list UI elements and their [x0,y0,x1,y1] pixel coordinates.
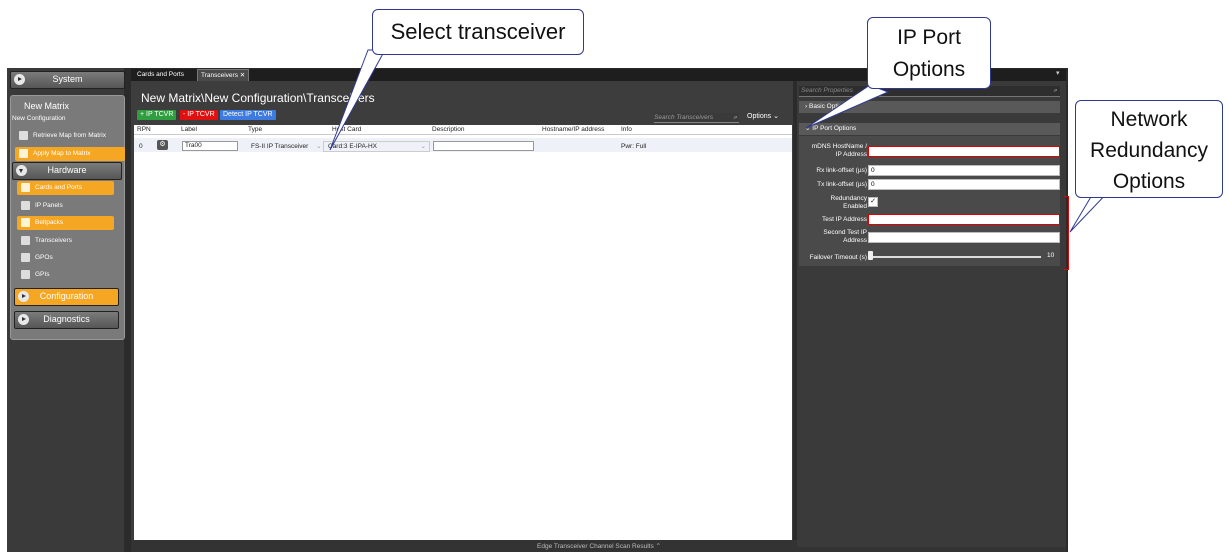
callout-select-transceiver: Select transceiver [372,9,584,55]
callout-ip-port-options: IP Port Options [867,17,991,89]
callout-pointers [329,49,1112,233]
callout-network-redundancy: Network Redundancy Options [1075,100,1223,198]
